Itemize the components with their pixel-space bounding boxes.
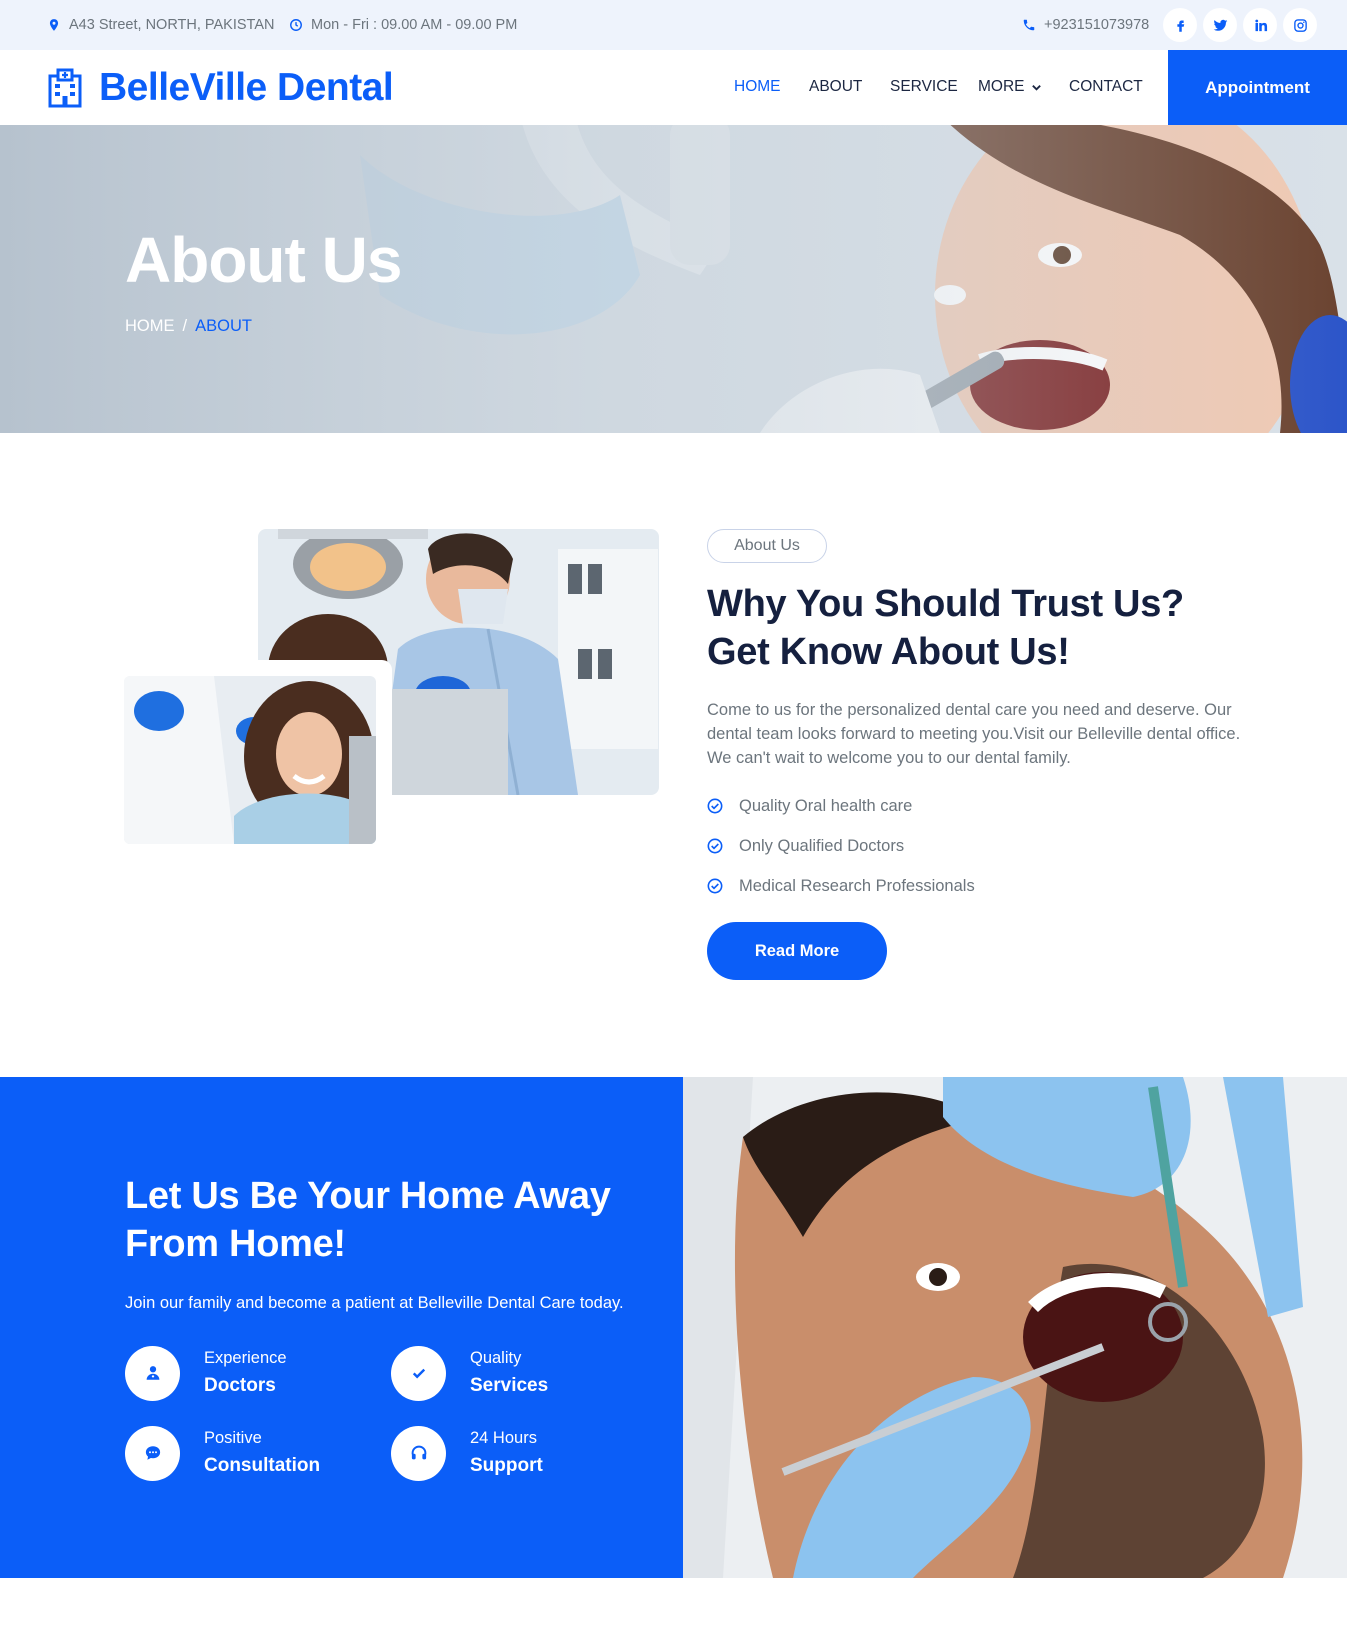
hospital-building-icon xyxy=(48,68,82,107)
features-heading: Let Us Be Your Home Away From Home! xyxy=(125,1172,611,1268)
address-text: A43 Street, NORTH, PAKISTAN xyxy=(69,17,275,33)
nav-more-label: MORE xyxy=(978,78,1025,95)
nav-more[interactable]: MORE xyxy=(978,78,1042,96)
check-circle-icon xyxy=(707,798,723,814)
twitter-icon[interactable] xyxy=(1203,8,1237,42)
feature-bottom: Consultation xyxy=(204,1455,321,1476)
phone-icon xyxy=(1023,19,1035,31)
feature-text: Positive Consultation xyxy=(204,1425,320,1481)
about-paragraph: Come to us for the personalized dental c… xyxy=(707,701,1241,767)
feature-bottom: Support xyxy=(470,1455,543,1476)
breadcrumb-current: ABOUT xyxy=(195,317,252,335)
nav-contact[interactable]: CONTACT xyxy=(1069,78,1143,96)
checklist-label: Quality Oral health care xyxy=(739,796,913,815)
nav-home[interactable]: HOME xyxy=(734,78,781,96)
doctor-icon xyxy=(125,1345,180,1401)
linkedin-icon[interactable] xyxy=(1243,8,1277,42)
feature-item-services: Quality Services xyxy=(391,1345,548,1401)
feature-top: 24 Hours xyxy=(470,1429,537,1447)
topbar: A43 Street, NORTH, PAKISTAN Mon - Fri : … xyxy=(0,0,1347,50)
navbar: BelleVille Dental HOME ABOUT SERVICE MOR… xyxy=(0,50,1347,125)
feature-text: Experience Doctors xyxy=(204,1345,287,1401)
feature-item-consultation: Positive Consultation xyxy=(125,1425,320,1481)
feature-bottom: Doctors xyxy=(204,1375,276,1396)
phone-text: +923151073978 xyxy=(1044,17,1150,33)
appointment-button[interactable]: Appointment xyxy=(1168,50,1347,125)
breadcrumb: HOME / ABOUT xyxy=(125,317,252,336)
hours-item: Mon - Fri : 09.00 AM - 09.00 PM xyxy=(289,0,517,50)
checklist-label: Medical Research Professionals xyxy=(739,876,975,895)
clock-icon xyxy=(290,19,302,31)
checklist-item: Only Qualified Doctors xyxy=(707,826,975,866)
features-section: Let Us Be Your Home Away From Home! Join… xyxy=(0,1077,683,1578)
feature-item-doctors: Experience Doctors xyxy=(125,1345,287,1401)
features-heading-line1: Let Us Be Your Home Away xyxy=(125,1175,611,1217)
feature-text: Quality Services xyxy=(470,1345,548,1401)
brand-name: BelleVille Dental xyxy=(99,65,394,109)
about-heading-line2: Get Know About Us! xyxy=(707,631,1070,673)
feature-bottom: Services xyxy=(470,1375,549,1396)
breadcrumb-separator: / xyxy=(182,317,188,335)
instagram-icon[interactable] xyxy=(1283,8,1317,42)
checklist-item: Medical Research Professionals xyxy=(707,866,975,906)
section-tag: About Us xyxy=(707,529,827,563)
facebook-icon[interactable] xyxy=(1163,8,1197,42)
headset-icon xyxy=(391,1425,446,1481)
patient-checkup-image xyxy=(683,1077,1347,1578)
checklist-item: Quality Oral health care xyxy=(707,786,975,826)
feature-item-support: 24 Hours Support xyxy=(391,1425,543,1481)
nav-service[interactable]: SERVICE xyxy=(890,78,958,96)
chevron-down-icon xyxy=(1031,84,1041,91)
location-pin-icon xyxy=(49,19,59,31)
about-heading: Why You Should Trust Us? Get Know About … xyxy=(707,580,1184,676)
about-heading-line1: Why You Should Trust Us? xyxy=(707,583,1184,625)
feature-top: Quality xyxy=(470,1349,522,1367)
check-circle-icon xyxy=(707,838,723,854)
social-links xyxy=(1163,8,1317,42)
check-circle-icon xyxy=(707,878,723,894)
address-item: A43 Street, NORTH, PAKISTAN xyxy=(47,0,274,50)
read-more-button[interactable]: Read More xyxy=(707,922,887,980)
nav-about[interactable]: ABOUT xyxy=(809,78,862,96)
check-icon xyxy=(391,1345,446,1401)
hero-banner: About Us HOME / ABOUT xyxy=(0,125,1347,433)
feature-checklist: Quality Oral health care Only Qualified … xyxy=(707,786,975,906)
smiling-patient-image xyxy=(124,676,376,844)
feature-top: Experience xyxy=(204,1349,287,1367)
features-paragraph: Join our family and become a patient at … xyxy=(125,1294,624,1312)
feature-top: Positive xyxy=(204,1429,262,1447)
features-heading-line2: From Home! xyxy=(125,1223,346,1265)
phone-item[interactable]: +923151073978 xyxy=(1022,0,1149,50)
breadcrumb-home[interactable]: HOME xyxy=(125,317,175,336)
checklist-label: Only Qualified Doctors xyxy=(739,836,905,855)
brand-logo[interactable]: BelleVille Dental xyxy=(47,50,394,125)
chat-icon xyxy=(125,1425,180,1481)
feature-text: 24 Hours Support xyxy=(470,1425,543,1481)
page-title: About Us xyxy=(125,224,402,296)
hours-text: Mon - Fri : 09.00 AM - 09.00 PM xyxy=(311,17,518,33)
